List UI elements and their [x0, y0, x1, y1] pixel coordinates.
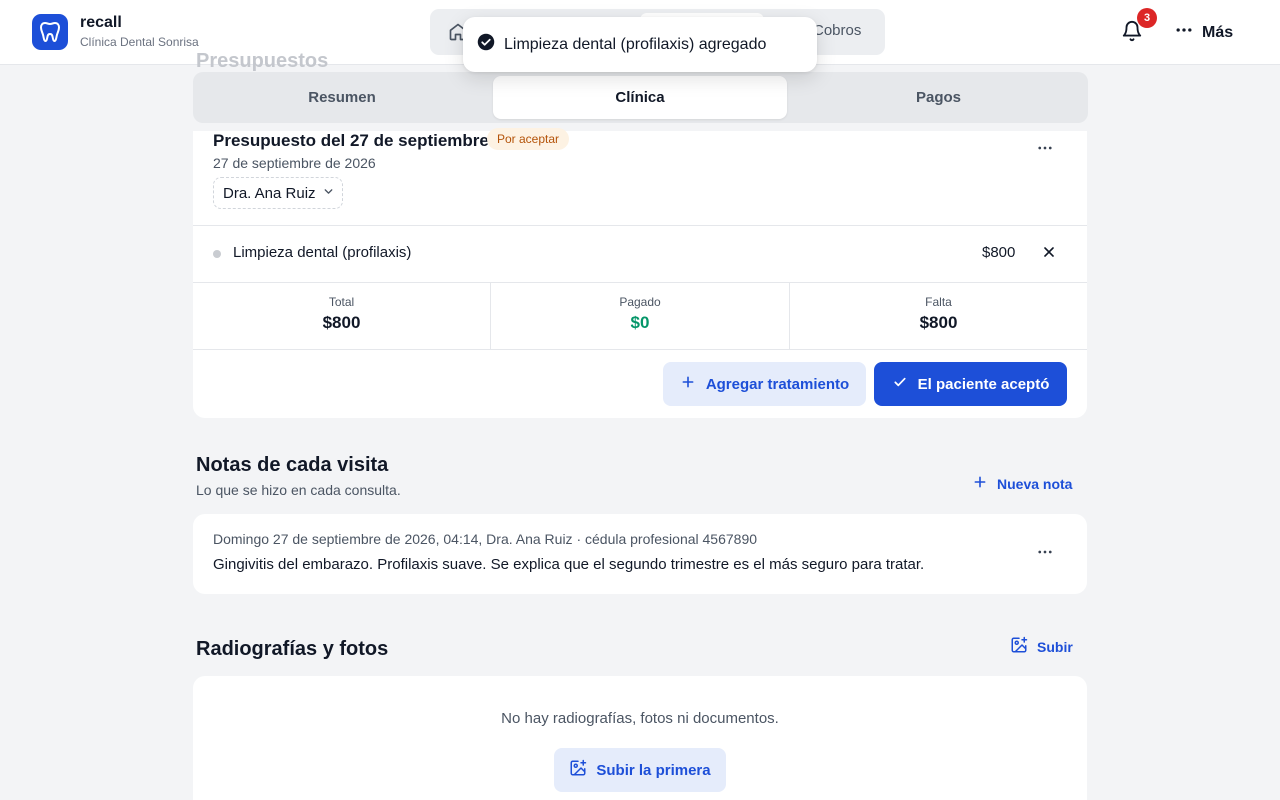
image-upload-icon [569, 759, 587, 781]
divider [193, 349, 1087, 350]
divider [193, 225, 1087, 226]
summary-total: Total $800 [193, 283, 490, 349]
upload-first-button[interactable]: Subir la primera [554, 748, 726, 792]
summary-paid: Pagado $0 [491, 283, 789, 349]
app-name: recall [80, 14, 122, 31]
notification-badge: 3 [1137, 8, 1157, 28]
budget-title: Presupuesto del 27 de septiembre [213, 131, 489, 150]
doctor-select[interactable]: Dra. Ana Ruiz [213, 177, 343, 209]
budget-date: 27 de septiembre de 2026 [213, 155, 376, 171]
empty-state-text: No hay radiografías, fotos ni documentos… [501, 710, 779, 727]
note-options-icon[interactable] [1035, 542, 1055, 562]
upload-first-label: Subir la primera [596, 761, 711, 779]
item-bullet-icon [213, 250, 221, 258]
upload-button[interactable]: Subir [1010, 636, 1073, 657]
doctor-name: Dra. Ana Ruiz [223, 184, 316, 202]
paid-value: $0 [630, 313, 650, 332]
treatment-name: Limpieza dental (profilaxis) [233, 244, 412, 261]
notes-subtitle: Lo que se hizo en cada consulta. [196, 482, 401, 498]
toast-message: Limpieza dental (profilaxis) agregado [504, 35, 767, 53]
budget-card: Presupuesto del 27 de septiembre Por ace… [193, 128, 1087, 418]
notes-title: Notas de cada visita [196, 454, 389, 476]
new-note-label: Nueva nota [997, 475, 1073, 492]
toast-notification: Limpieza dental (profilaxis) agregado [463, 17, 817, 72]
accept-budget-button[interactable]: El paciente aceptó [874, 362, 1067, 406]
plus-icon [972, 474, 988, 493]
check-circle-icon [477, 33, 495, 56]
new-note-button[interactable]: Nueva nota [972, 474, 1072, 493]
total-value: $800 [322, 313, 361, 332]
paid-label: Pagado [619, 295, 661, 309]
more-label: Más [1202, 23, 1234, 41]
note-text: Gingivitis del embarazo. Profilaxis suav… [213, 556, 925, 573]
total-label: Total [328, 295, 355, 309]
image-upload-icon [1010, 636, 1028, 657]
due-label: Falta [925, 295, 952, 309]
summary-due: Falta $800 [790, 283, 1087, 349]
tab-pagos[interactable]: Pagos [793, 76, 1084, 119]
brand[interactable]: recall Clínica Dental Sonrisa [32, 14, 199, 50]
plus-icon [680, 374, 696, 394]
more-menu-button[interactable]: Más [1174, 20, 1233, 45]
treatment-price: $800 [982, 244, 1016, 261]
add-treatment-label: Agregar tratamiento [705, 375, 850, 393]
nav-item-cobros[interactable]: Cobros [813, 22, 861, 39]
chevron-down-icon [322, 185, 335, 202]
budget-options-icon[interactable] [1035, 138, 1055, 158]
tab-resumen[interactable]: Resumen [197, 76, 487, 119]
tab-clinica[interactable]: Clínica [493, 76, 787, 119]
upload-label: Subir [1037, 638, 1073, 655]
note-card: Domingo 27 de septiembre de 2026, 04:14,… [193, 514, 1087, 594]
due-value: $800 [919, 313, 958, 332]
files-card: No hay radiografías, fotos ni documentos… [193, 676, 1087, 800]
files-title: Radiografías y fotos [196, 638, 389, 660]
ellipsis-icon [1174, 20, 1194, 45]
remove-item-icon[interactable] [1041, 244, 1057, 260]
status-badge: Por aceptar [487, 128, 570, 150]
add-treatment-button[interactable]: Agregar tratamiento [663, 362, 866, 406]
note-meta: Domingo 27 de septiembre de 2026, 04:14,… [213, 531, 758, 547]
clinic-name: Clínica Dental Sonrisa [80, 35, 199, 49]
section-title-peek: Presupuestos [196, 50, 329, 72]
check-icon [892, 374, 908, 394]
accept-label: El paciente aceptó [917, 375, 1050, 393]
tooth-logo-icon [32, 14, 68, 50]
patient-tabs: Resumen Clínica Pagos [193, 72, 1088, 123]
